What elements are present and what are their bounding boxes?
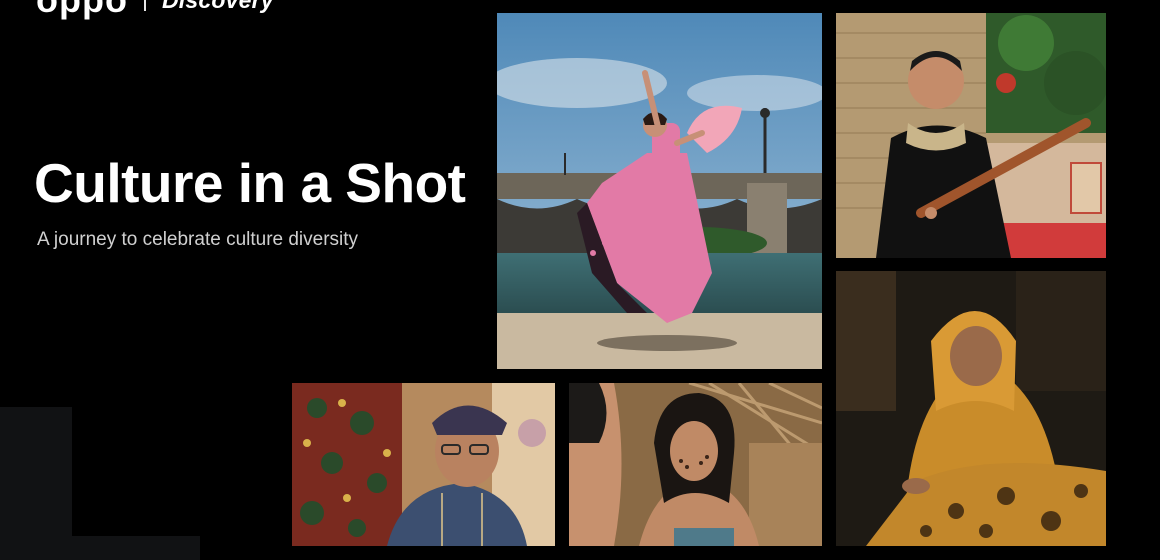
brand-logos: oppo Discovery (36, 0, 274, 21)
photo-child-face-paint[interactable] (569, 383, 822, 546)
musician-photo-graphic (836, 13, 1106, 258)
child-photo-graphic (569, 383, 822, 546)
oppo-logo: oppo (36, 0, 128, 21)
batik-painter-photo-graphic (836, 271, 1106, 546)
decorative-bar (0, 536, 200, 560)
discovery-logo: Discovery (162, 0, 274, 14)
elderly-man-photo-graphic (292, 383, 555, 546)
flamenco-photo-graphic (497, 13, 822, 369)
photo-flamenco-dancer[interactable] (497, 13, 822, 369)
photo-elderly-man-batik[interactable] (292, 383, 555, 546)
logo-divider (143, 0, 146, 11)
photo-lute-musician[interactable] (836, 13, 1106, 258)
page-title: Culture in a Shot (34, 152, 466, 214)
photo-batik-painter[interactable] (836, 271, 1106, 546)
page-subtitle: A journey to celebrate culture diversity (37, 229, 359, 250)
